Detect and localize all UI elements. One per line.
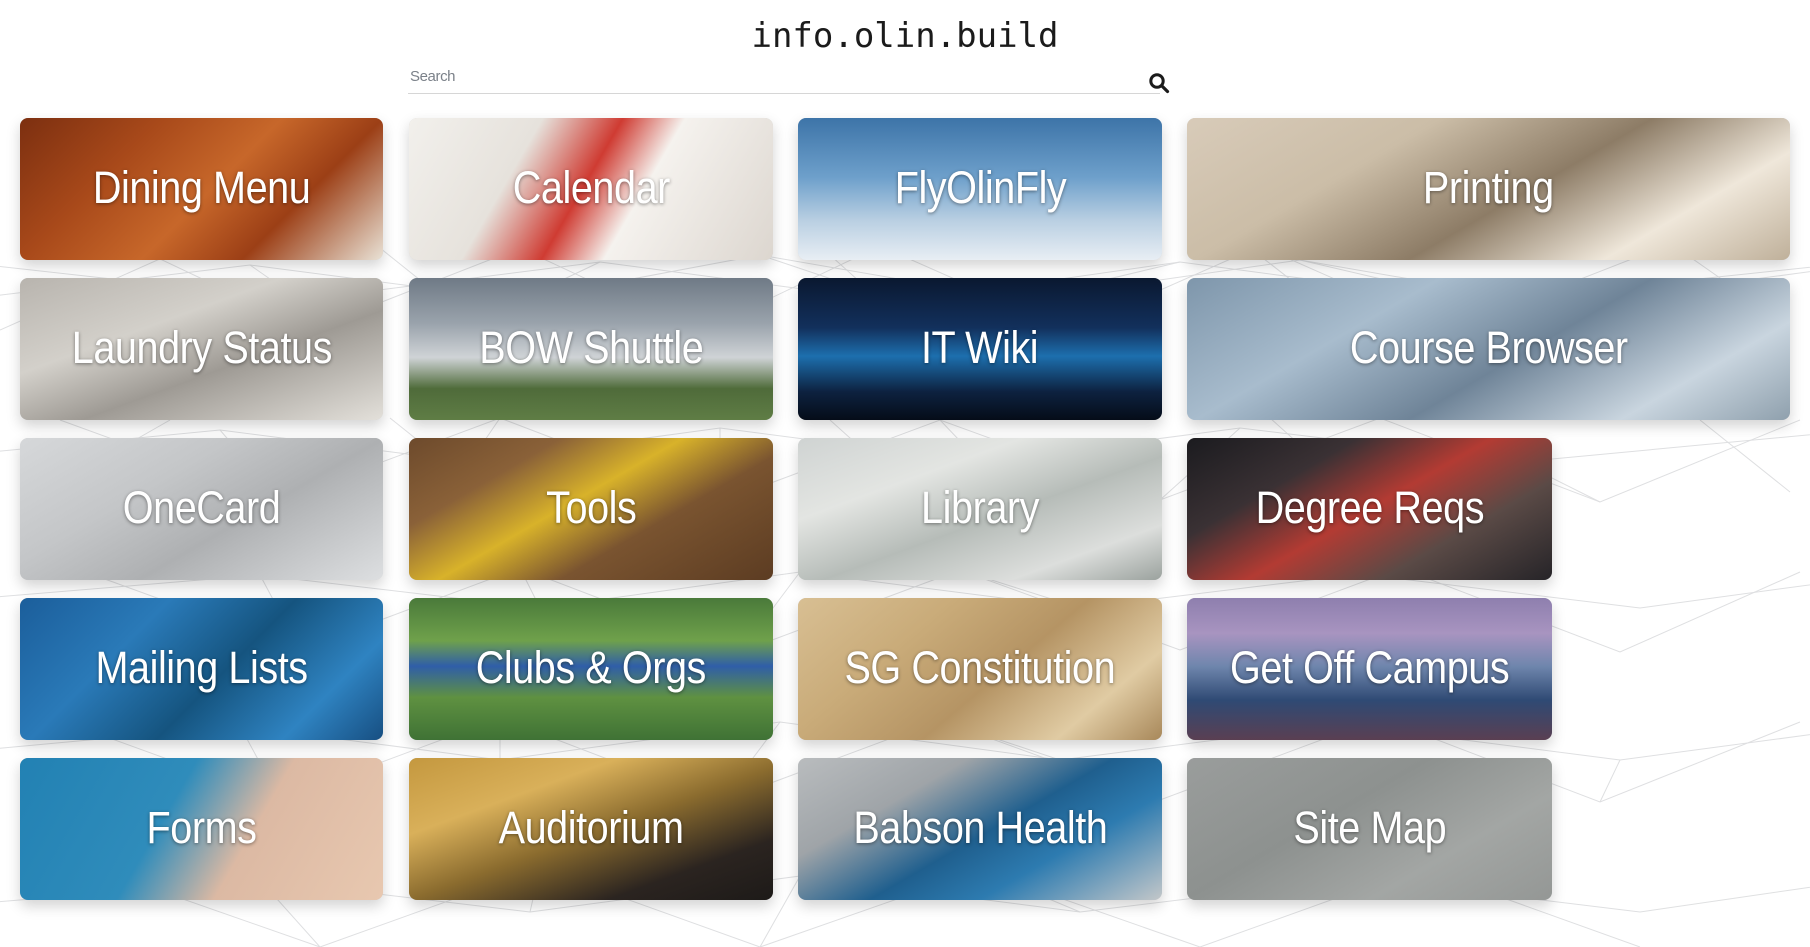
tile-label: Library: [921, 481, 1039, 533]
tile-forms[interactable]: Forms: [20, 758, 383, 900]
tile-label: Babson Health: [852, 801, 1108, 853]
tile-laundry-status[interactable]: Laundry Status: [20, 278, 383, 420]
tile-dining-menu[interactable]: Dining Menu: [20, 118, 383, 260]
tile-label: Forms: [146, 801, 257, 853]
tile-get-off-campus[interactable]: Get Off Campus: [1187, 598, 1552, 740]
tile-label: Calendar: [512, 161, 670, 213]
tile-bow-shuttle[interactable]: BOW Shuttle: [409, 278, 773, 420]
search-bar[interactable]: [408, 64, 1160, 96]
page-root: info.olin.build Dining Menu Calendar FlyOl…: [0, 0, 1810, 947]
page-title: info.olin.build: [751, 16, 1059, 56]
tile-course-browser[interactable]: Course Browser: [1187, 278, 1790, 420]
tile-label: IT Wiki: [921, 321, 1039, 373]
tile-label: OneCard: [122, 481, 281, 533]
tile-grid: Dining Menu Calendar FlyOlinFly Printing Lau…: [0, 0, 1810, 947]
tile-babson-health[interactable]: Babson Health: [798, 758, 1162, 900]
tile-printing[interactable]: Printing: [1187, 118, 1790, 260]
tile-flyolinfly[interactable]: FlyOlinFly: [798, 118, 1162, 260]
tile-label: Degree Reqs: [1255, 481, 1484, 533]
tile-calendar[interactable]: Calendar: [409, 118, 773, 260]
search-icon[interactable]: [1148, 72, 1170, 94]
tile-label: BOW Shuttle: [478, 321, 704, 373]
tile-auditorium[interactable]: Auditorium: [409, 758, 773, 900]
search-input[interactable]: [408, 64, 1160, 94]
tile-degree-reqs[interactable]: Degree Reqs: [1187, 438, 1552, 580]
tile-onecard[interactable]: OneCard: [20, 438, 383, 580]
tile-label: Site Map: [1293, 801, 1446, 853]
tile-tools[interactable]: Tools: [409, 438, 773, 580]
tile-label: Get Off Campus: [1229, 641, 1510, 693]
tile-clubs-orgs[interactable]: Clubs & Orgs: [409, 598, 773, 740]
tile-mailing-lists[interactable]: Mailing Lists: [20, 598, 383, 740]
tile-label: Printing: [1423, 161, 1554, 213]
tile-it-wiki[interactable]: IT Wiki: [798, 278, 1162, 420]
tile-library[interactable]: Library: [798, 438, 1162, 580]
tile-label: Auditorium: [498, 801, 684, 853]
tile-label: Dining Menu: [92, 161, 311, 213]
tile-sg-constitution[interactable]: SG Constitution: [798, 598, 1162, 740]
tile-label: Laundry Status: [71, 321, 332, 373]
tile-label: Mailing Lists: [95, 641, 308, 693]
tile-label: Tools: [545, 481, 637, 533]
tile-site-map[interactable]: Site Map: [1187, 758, 1552, 900]
tile-label: Clubs & Orgs: [475, 641, 707, 693]
tile-label: SG Constitution: [844, 641, 1116, 693]
tile-label: Course Browser: [1349, 321, 1628, 373]
tile-label: FlyOlinFly: [894, 161, 1066, 213]
